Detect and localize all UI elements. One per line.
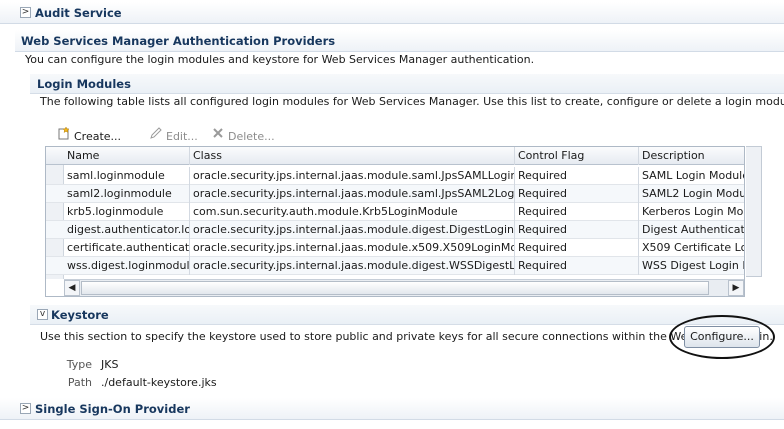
cell-control-flag: Required (515, 185, 639, 203)
type-value: JKS (101, 358, 119, 371)
scroll-right-icon[interactable]: ▶ (728, 280, 744, 296)
collapse-icon[interactable]: v (37, 309, 48, 320)
cell-class: oracle.security.jps.internal.jaas.module… (190, 185, 515, 203)
cell-class: oracle.security.jps.internal.jaas.module… (190, 167, 515, 185)
expand-icon[interactable]: > (20, 403, 31, 414)
edit-button[interactable]: Edit... (149, 126, 198, 145)
path-label: Path (67, 376, 92, 389)
vertical-scrollbar[interactable] (746, 146, 762, 277)
cell-class: com.sun.security.auth.module.Krb5LoginMo… (190, 203, 515, 221)
cell-description: SAML2 Login Module (642, 187, 745, 200)
delete-button[interactable]: Delete... (211, 126, 275, 145)
table-row[interactable]: saml2.loginmodule oracle.security.jps.in… (46, 185, 745, 203)
horizontal-scrollbar[interactable]: ◀ ▶ (64, 279, 744, 296)
table-row[interactable]: certificate.authenticator.loginmodule or… (46, 239, 744, 257)
column-header-description[interactable]: Description (639, 147, 744, 165)
column-header-name[interactable]: Name (64, 147, 190, 165)
cell-class: oracle.security.jps.internal.jaas.module… (190, 221, 515, 239)
wsm-providers-title: Web Services Manager Authentication Prov… (21, 34, 336, 48)
cell-name: saml.loginmodule (64, 167, 190, 185)
wsm-providers-description: You can configure the login modules and … (25, 53, 535, 66)
column-header-class[interactable]: Class (190, 147, 515, 165)
column-header-control-flag[interactable]: Control Flag (515, 147, 639, 165)
cell-description: Kerberos Login Module (642, 205, 744, 218)
sso-provider-header[interactable]: > Single Sign-On Provider (0, 398, 784, 420)
highlight-ellipse (669, 315, 775, 359)
keystore-title[interactable]: Keystore (51, 308, 109, 322)
cell-name: certificate.authenticator.loginmodule (64, 239, 190, 257)
pencil-icon (149, 126, 163, 145)
table-row[interactable]: wss.digest.loginmodule oracle.security.j… (46, 257, 744, 275)
audit-service-title[interactable]: Audit Service (35, 6, 122, 20)
cell-name: digest.authenticator.loginmodule (64, 221, 190, 239)
cell-name: saml2.loginmodule (64, 185, 190, 203)
cell-description: SAML Login Module (642, 169, 745, 182)
path-value: ./default-keystore.jks (101, 376, 217, 389)
table-row[interactable]: saml.loginmodule oracle.security.jps.int… (46, 167, 745, 185)
cell-description: Digest Authenticator Login Module (642, 223, 745, 236)
cell-control-flag: Required (515, 167, 639, 185)
keystore-header[interactable]: v Keystore (30, 305, 784, 325)
login-modules-header: Login Modules (30, 74, 784, 94)
cell-class: oracle.security.jps.internal.jaas.module… (190, 239, 515, 257)
cell-class: oracle.security.jps.internal.jaas.module… (190, 257, 515, 275)
cell-description: X509 Certificate Login Module (642, 241, 744, 254)
cell-control-flag: Required (515, 257, 639, 275)
create-button[interactable]: Create... (57, 126, 122, 145)
expand-icon[interactable]: > (20, 7, 31, 18)
audit-service-header[interactable]: > Audit Service (0, 2, 784, 24)
table-row[interactable]: digest.authenticator.loginmodule oracle.… (46, 221, 745, 239)
cell-control-flag: Required (515, 221, 639, 239)
edit-label: Edit... (166, 130, 198, 143)
keystore-description: Use this section to specify the keystore… (40, 330, 773, 343)
cell-control-flag: Required (515, 203, 639, 221)
table-row[interactable]: krb5.loginmodule com.sun.security.auth.m… (46, 203, 744, 221)
scrollbar-thumb[interactable] (81, 281, 709, 295)
login-modules-title: Login Modules (37, 77, 131, 91)
cell-name: krb5.loginmodule (64, 203, 190, 221)
sso-provider-title[interactable]: Single Sign-On Provider (35, 402, 190, 416)
delete-x-icon (211, 126, 225, 145)
cell-description: WSS Digest Login Module (642, 259, 744, 272)
create-icon (57, 126, 71, 145)
create-label: Create... (74, 130, 122, 143)
login-modules-table: Name Class Control Flag Description saml… (45, 146, 745, 297)
cell-control-flag: Required (515, 239, 639, 257)
type-label: Type (66, 358, 92, 371)
delete-label: Delete... (228, 130, 275, 143)
wsm-providers-header: Web Services Manager Authentication Prov… (15, 30, 784, 52)
cell-name: wss.digest.loginmodule (64, 257, 190, 275)
table-header-row: Name Class Control Flag Description (46, 147, 744, 165)
login-modules-description: The following table lists all configured… (40, 95, 784, 108)
scroll-left-icon[interactable]: ◀ (64, 280, 80, 296)
